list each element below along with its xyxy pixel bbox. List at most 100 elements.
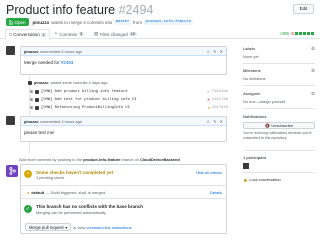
gear-icon[interactable]: ⚙ — [311, 68, 315, 74]
commit-sha[interactable]: 79c53de — [212, 90, 228, 94]
no-conflicts-row: ✓ This branch has no conflicts with the … — [21, 203, 226, 213]
sidebar-value[interactable]: No one—assign yourself — [243, 99, 315, 104]
unsubscribe-label: Unsubscribe — [271, 123, 293, 128]
commit-message[interactable]: [CMW] Add product billing info feature — [41, 90, 128, 94]
issue-link[interactable]: #2493 — [61, 60, 74, 65]
comment-header: pinuzzo commented 6 hours ago ☺ ✎ ✕ — [21, 47, 226, 56]
commit-status: ✕ c62c7e0 — [207, 97, 228, 103]
divider — [243, 63, 315, 64]
sidebar-milestone: Milestone ⚙ No milestone — [243, 68, 315, 82]
check-description: — Build triggered. sha1 is merged. — [46, 189, 107, 195]
tab-label: Conversation — [13, 32, 40, 37]
pr-title: Product info feature — [6, 3, 116, 17]
diffstat-block — [303, 32, 306, 35]
push-hint: Add more commits by pushing to the produ… — [19, 157, 180, 162]
event-author[interactable]: pinuzzo — [34, 80, 48, 85]
sidebar-value: None yet — [243, 54, 259, 59]
pr-tabs: □ Conversation 1 ⚬ Commits 3 ▤ Files cha… — [0, 29, 320, 40]
commit-status: ● 43f7a16 — [208, 106, 228, 110]
base-branch: master — [114, 19, 131, 25]
commit-message[interactable]: [CMW] Refactoring ProductBillingInfo UI — [41, 106, 130, 110]
sidebar-lock: 🔒 Lock conversation — [243, 177, 315, 182]
sidebar-assignee: Assignee ⚙ No one—assign yourself — [243, 91, 315, 105]
sidebar-heading[interactable]: Assignee ⚙ — [243, 91, 315, 97]
x-icon[interactable]: ✕ — [207, 97, 210, 102]
divider — [21, 198, 226, 199]
hint-text: Add more commits by pushing to the — [19, 157, 83, 162]
divider — [243, 85, 315, 86]
tab-files-changed[interactable]: ▤ Files changed 10 — [94, 29, 137, 39]
checks-title: Some checks haven't completed yet — [36, 169, 114, 175]
commit-sha[interactable]: c62c7e0 — [212, 98, 228, 102]
commit-icon: ⚬ — [54, 31, 58, 36]
comment-author[interactable]: pinuzzo — [24, 49, 38, 54]
lock-label: Lock conversation — [249, 177, 281, 182]
lock-conversation-link[interactable]: 🔒 Lock conversation — [243, 177, 315, 182]
avatar[interactable] — [28, 80, 32, 85]
sidebar-participants: 1 participant — [243, 155, 315, 169]
status-badge: Open — [6, 18, 29, 26]
comment-time[interactable]: commented 3 hours ago — [40, 119, 82, 124]
event-text: added some commits 4 days ago — [50, 80, 108, 85]
no-conflicts-subtitle: Merging can be performed automatically. — [36, 210, 107, 215]
commit-row: [CMW] Add test for product billing info … — [30, 96, 228, 103]
commit-sha[interactable]: 43f7a16 — [212, 106, 228, 110]
check-icon[interactable]: ✓ — [207, 89, 210, 94]
merge-tip: or view command line instructions. — [73, 225, 132, 230]
hint-repo[interactable]: CloudDeviceBackend — [140, 157, 180, 162]
commit-dot-icon — [30, 98, 33, 101]
merge-pull-request-button[interactable]: Merge pull request ▾ — [25, 223, 72, 231]
merge-box: • Some checks haven't completed yet Hide… — [20, 164, 227, 234]
hint-branch: product-info-feature — [83, 157, 121, 162]
commit-status: ✓ 79c53de — [207, 89, 228, 95]
file-diff-icon: ▤ — [94, 31, 99, 36]
pr-number: #2494 — [118, 3, 154, 17]
diffstat-block — [311, 32, 314, 35]
tab-count: 1 — [41, 32, 47, 37]
from-text: from — [132, 19, 142, 25]
tab-conversation[interactable]: □ Conversation 1 — [5, 29, 51, 40]
divider — [243, 172, 315, 173]
gear-icon[interactable]: ⚙ — [311, 91, 315, 97]
tab-commits[interactable]: ⚬ Commits 3 — [54, 29, 84, 39]
no-conflicts-sub-row: Merging can be performed automatically. — [21, 210, 226, 215]
edit-pencil-icon[interactable]: ✎ — [213, 49, 216, 54]
tab-label: Files changed — [99, 31, 128, 37]
pending-dot-icon[interactable]: ● — [208, 106, 210, 110]
check-details-link[interactable]: Details — [210, 190, 222, 195]
comment-author[interactable]: pinuzzo — [24, 119, 38, 124]
status-label: Open — [14, 19, 26, 25]
emoji-icon[interactable]: ☺ — [206, 119, 210, 124]
git-merge-icon — [6, 165, 18, 177]
command-line-link[interactable]: command line instructions. — [86, 225, 132, 230]
edit-button[interactable]: Edit — [293, 4, 314, 14]
check-item: ● default — Build triggered. sha1 is mer… — [21, 189, 226, 195]
avatar[interactable] — [6, 116, 15, 125]
close-icon[interactable]: ✕ — [220, 119, 223, 124]
chevron-down-icon[interactable]: ▾ — [65, 225, 67, 230]
tip-text: or view — [73, 224, 86, 230]
close-icon[interactable]: ✕ — [220, 49, 223, 54]
sidebar-heading-label: Milestone — [243, 68, 261, 73]
sidebar-heading[interactable]: Milestone ⚙ — [243, 68, 315, 74]
comment-time[interactable]: commented 6 hours ago — [40, 49, 82, 54]
head-branch: product-info-feature — [143, 19, 193, 25]
commit-row: [CMW] Add product billing info feature ✓… — [30, 88, 228, 95]
avatar — [35, 97, 39, 102]
edit-pencil-icon[interactable]: ✎ — [213, 119, 216, 124]
commit-message[interactable]: [CMW] Add test for product billing info … — [41, 98, 137, 102]
avatar[interactable] — [243, 163, 249, 169]
pr-author[interactable]: pinuzzo — [33, 20, 50, 25]
tab-count: 3 — [78, 32, 84, 36]
gear-icon[interactable]: ⚙ — [311, 46, 315, 52]
avatar[interactable] — [6, 46, 15, 55]
sidebar-heading[interactable]: Labels ⚙ — [243, 46, 315, 52]
divider — [243, 108, 315, 109]
hide-checks-link[interactable]: Hide all checks — [196, 170, 222, 175]
avatar — [35, 89, 39, 94]
emoji-icon[interactable]: ☺ — [206, 49, 210, 54]
unsubscribe-button[interactable]: 🔇 Unsubscribe — [243, 122, 315, 129]
comment-body: please test me! — [24, 130, 55, 135]
no-conflicts-title: This branch has no conflicts with the ba… — [36, 203, 144, 209]
sidebar-heading: Notifications — [243, 114, 267, 119]
